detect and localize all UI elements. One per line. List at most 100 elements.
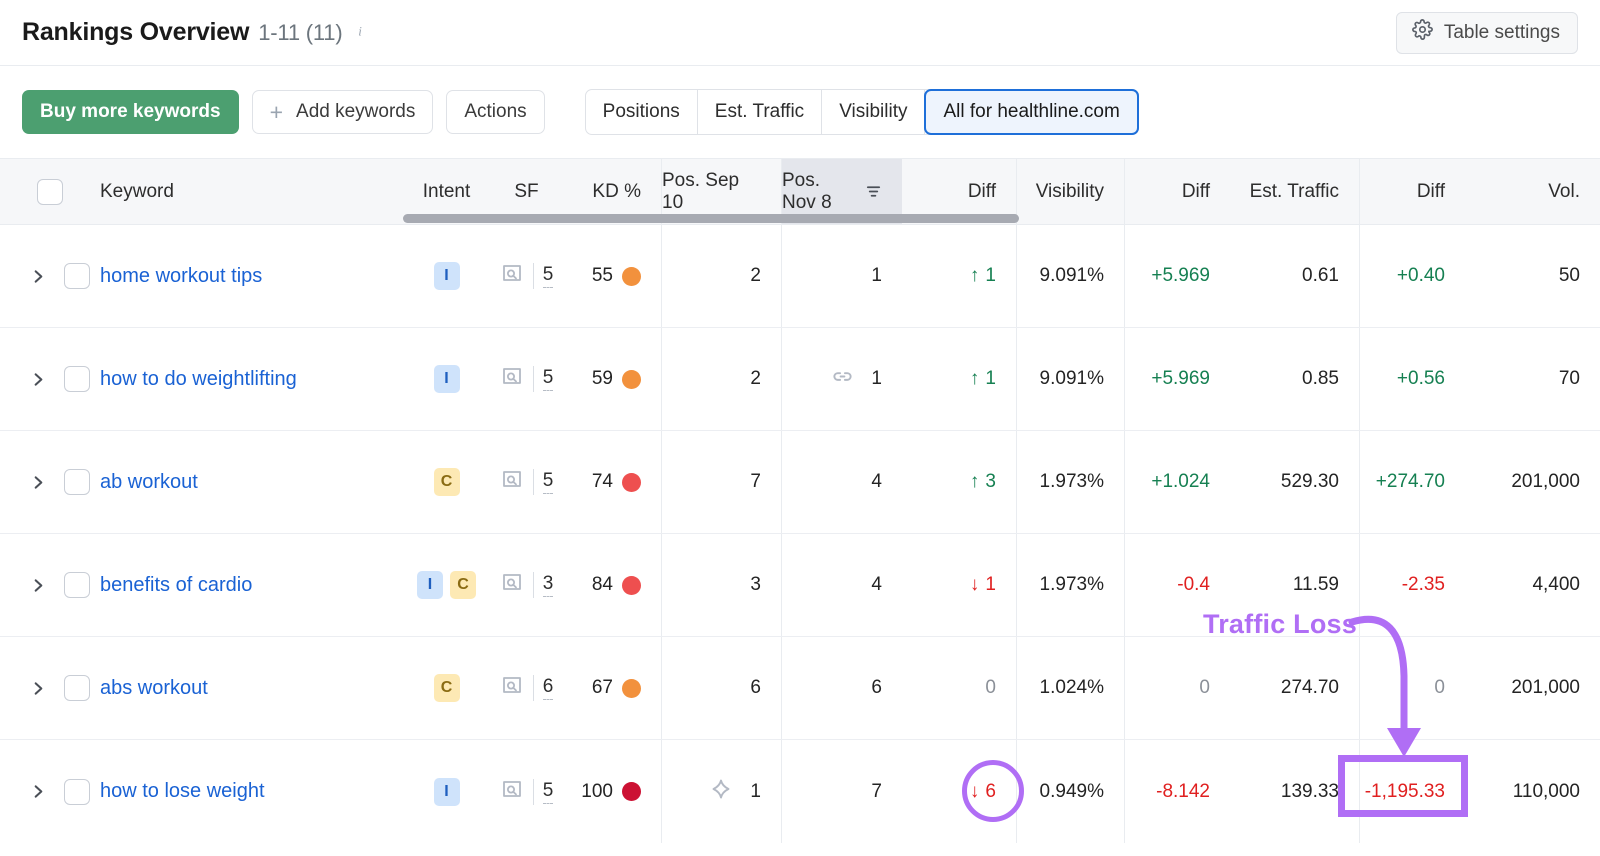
page-header: Rankings Overview 1-11 (11) i Table sett…: [0, 0, 1600, 66]
table-row[interactable]: benefits of cardio I C 3 84 3 4 ↓ 1 1.973% -0.4 11.…: [0, 534, 1600, 637]
tab-est-traffic[interactable]: Est. Traffic: [698, 90, 823, 134]
intent-badge-i[interactable]: I: [433, 262, 460, 290]
column-header-diff-visibility[interactable]: Diff: [1125, 159, 1230, 224]
serp-features-cell: 3: [493, 534, 560, 636]
table-row[interactable]: how to lose weight I 5 100 1 7 ↓ 6 0.949% -8.142…: [0, 740, 1600, 843]
diff-visibility-cell: -8.142: [1125, 740, 1230, 843]
expand-row-icon[interactable]: [28, 475, 50, 490]
visibility-value: 1.973%: [1039, 574, 1104, 595]
table-row[interactable]: how to do weightlifting I 5 59 2 1 ↑ 1 9.091% +5…: [0, 328, 1600, 431]
diff-visibility-cell: -0.4: [1125, 534, 1230, 636]
keyword-link[interactable]: how to do weightlifting: [100, 368, 297, 391]
keyword-difficulty-cell: 59: [560, 328, 662, 430]
table-row[interactable]: abs workout C 6 67 6 6 0 1.024% 0 274.70 0 201,000: [0, 637, 1600, 740]
row-checkbox[interactable]: [63, 675, 90, 701]
volume-cell: 50: [1465, 225, 1600, 327]
select-all-checkbox[interactable]: [37, 178, 63, 205]
keyword-link[interactable]: abs workout: [100, 677, 208, 700]
row-checkbox[interactable]: [63, 778, 90, 805]
serp-feature-icon[interactable]: [500, 467, 524, 497]
divider: [532, 366, 534, 392]
serp-features-cell: 6: [493, 637, 560, 739]
column-header-diff-traffic[interactable]: Diff: [1360, 159, 1465, 224]
serp-features-count[interactable]: 5: [542, 780, 554, 804]
diff-visibility-value: +1.024: [1151, 471, 1210, 492]
row-select-cell: [0, 328, 100, 430]
expand-row-icon[interactable]: [28, 784, 50, 799]
add-keywords-button[interactable]: + Add keywords: [251, 90, 434, 134]
trend-arrow-icon: ↑: [969, 265, 980, 286]
table-row[interactable]: home workout tips I 5 55 2 1 ↑ 1 9.091% +5.969 0.6…: [0, 225, 1600, 328]
table-settings-button[interactable]: Table settings: [1395, 11, 1578, 54]
column-header-visibility[interactable]: Visibility: [1017, 159, 1125, 224]
keyword-link[interactable]: how to lose weight: [100, 780, 265, 803]
visibility-cell: 1.024%: [1017, 637, 1125, 739]
divider: [532, 469, 534, 495]
trend-arrow-icon: ↓: [969, 780, 980, 802]
pos-nov-value: 6: [871, 677, 882, 698]
keyword-link[interactable]: home workout tips: [100, 265, 262, 288]
intent-badge-c[interactable]: C: [450, 571, 476, 599]
serp-features-count[interactable]: 5: [542, 470, 554, 494]
keyword-cell: benefits of cardio: [100, 534, 400, 636]
volume-value: 201,000: [1511, 677, 1580, 698]
expand-row-icon[interactable]: [28, 372, 50, 387]
table-row[interactable]: ab workout C 5 74 7 4 ↑ 3 1.973% +1.024 529.30 +274…: [0, 431, 1600, 534]
serp-feature-icon[interactable]: [500, 261, 524, 291]
volume-value: 70: [1558, 368, 1580, 389]
row-select-cell: [0, 637, 100, 739]
pos-sep-cell: 6: [662, 637, 782, 739]
est-traffic-cell: 274.70: [1230, 637, 1360, 739]
serp-features-count[interactable]: 3: [542, 573, 554, 597]
divider: [532, 675, 534, 701]
serp-features-count[interactable]: 5: [542, 367, 554, 391]
row-checkbox[interactable]: [63, 263, 90, 289]
expand-row-icon[interactable]: [28, 578, 50, 593]
keyword-cell: how to do weightlifting: [100, 328, 400, 430]
visibility-value: 9.091%: [1039, 368, 1104, 389]
serp-features-count[interactable]: 6: [542, 676, 554, 700]
row-checkbox[interactable]: [63, 572, 90, 598]
est-traffic-value: 0.61: [1302, 265, 1339, 286]
diff-visibility-value: 0: [1199, 677, 1210, 698]
volume-cell: 110,000: [1465, 740, 1600, 843]
est-traffic-cell: 0.85: [1230, 328, 1360, 430]
intent-badge-i[interactable]: I: [417, 571, 443, 599]
pos-nov-cell: 6: [782, 637, 902, 739]
serp-features-cell: 5: [493, 431, 560, 533]
column-header-est-traffic[interactable]: Est. Traffic: [1230, 159, 1360, 224]
diff-position-cell: ↑ 1: [902, 328, 1017, 430]
row-checkbox[interactable]: [63, 366, 90, 392]
tab-positions[interactable]: Positions: [586, 90, 698, 134]
serp-feature-icon[interactable]: [500, 777, 524, 807]
buy-more-keywords-button[interactable]: Buy more keywords: [22, 90, 239, 134]
column-header-pos-nov-label: Pos. Nov 8: [782, 169, 832, 213]
intent-badge-c[interactable]: C: [433, 468, 460, 496]
diff-position-cell: 0: [902, 637, 1017, 739]
serp-feature-icon[interactable]: [500, 570, 524, 600]
keyword-link[interactable]: ab workout: [100, 471, 198, 494]
expand-row-icon[interactable]: [28, 681, 50, 696]
expand-row-icon[interactable]: [28, 269, 50, 284]
kd-value: 100: [581, 780, 613, 802]
intent-badge-i[interactable]: I: [433, 777, 460, 806]
actions-button[interactable]: Actions: [446, 90, 545, 134]
column-header-keyword[interactable]: Keyword: [100, 159, 400, 224]
tab-visibility[interactable]: Visibility: [822, 90, 926, 134]
svg-text:i: i: [358, 24, 362, 39]
diff-traffic-cell: -2.35: [1360, 534, 1465, 636]
horizontal-scrollbar-thumb[interactable]: [403, 214, 1019, 223]
column-header-volume[interactable]: Vol.: [1465, 159, 1600, 224]
trend-arrow-icon: ↓: [969, 574, 980, 595]
sort-descending-icon: [865, 183, 882, 200]
info-icon[interactable]: i: [351, 23, 368, 40]
intent-badge-i[interactable]: I: [433, 365, 460, 393]
serp-feature-icon[interactable]: [500, 673, 524, 703]
rankings-table: Keyword Intent SF KD % Pos. Sep 10 Pos. …: [0, 158, 1600, 843]
intent-badge-c[interactable]: C: [433, 674, 460, 702]
keyword-link[interactable]: benefits of cardio: [100, 574, 252, 597]
tab-all-for-domain[interactable]: All for healthline.com: [924, 89, 1139, 135]
serp-feature-icon[interactable]: [500, 364, 524, 394]
row-checkbox[interactable]: [63, 469, 90, 495]
serp-features-count[interactable]: 5: [542, 264, 554, 288]
